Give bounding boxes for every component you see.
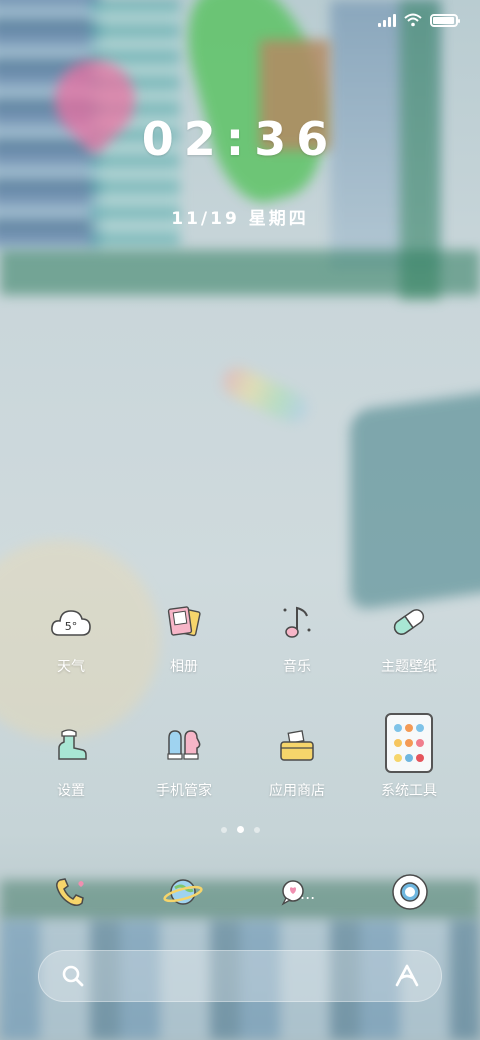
status-bar: [378, 10, 460, 30]
app-label: 设置: [57, 782, 85, 798]
assistant-a-icon[interactable]: [393, 963, 421, 989]
basket-store-icon: [273, 722, 321, 770]
app-label: 系统工具: [381, 782, 437, 798]
page-dot-active[interactable]: [236, 826, 244, 833]
settings-boot-icon: [47, 722, 95, 770]
search-bar[interactable]: [38, 950, 442, 1002]
app-label: 相册: [170, 658, 198, 674]
battery-icon: [430, 13, 460, 27]
app-label: 音乐: [283, 658, 311, 674]
app-label: 主题壁纸: [381, 658, 437, 674]
planet-browser-icon: [163, 879, 203, 905]
photo-album-icon: [160, 598, 208, 646]
clock-date: 11/19 星期四: [171, 209, 309, 229]
app-album[interactable]: 相册: [129, 598, 239, 676]
app-themes[interactable]: 主题壁纸: [354, 598, 464, 676]
weather-temp: 5°: [65, 620, 78, 633]
dock-camera[interactable]: [390, 872, 430, 912]
music-note-icon: [273, 598, 321, 646]
dock-browser[interactable]: [163, 872, 203, 912]
app-settings[interactable]: 设置: [16, 722, 126, 800]
page-indicator: [0, 826, 480, 833]
page-dot[interactable]: [253, 826, 260, 833]
camera-icon: [392, 874, 428, 910]
signal-icon: [378, 13, 396, 27]
weather-cloud-icon: 5°: [47, 598, 95, 646]
messages-badge: ...: [300, 884, 316, 903]
wifi-icon: [404, 13, 422, 27]
dock-phone[interactable]: [50, 872, 90, 912]
app-phone-manager[interactable]: 手机管家: [129, 722, 239, 800]
phone-icon: [56, 878, 84, 907]
capsule-theme-icon: [385, 598, 433, 646]
search-icon[interactable]: [61, 964, 85, 988]
app-label: 天气: [57, 658, 85, 674]
mittens-security-icon: [160, 722, 208, 770]
app-weather[interactable]: 5° 天气: [16, 598, 126, 676]
clock-time: 02:36: [141, 112, 339, 166]
app-label: 应用商店: [269, 782, 325, 798]
folder-icon: [385, 713, 433, 773]
app-music[interactable]: 音乐: [242, 598, 352, 676]
app-label: 手机管家: [156, 782, 212, 798]
app-store[interactable]: 应用商店: [242, 722, 352, 800]
app-system-tools-folder[interactable]: 系统工具: [354, 713, 464, 800]
page-dot[interactable]: [220, 826, 227, 833]
